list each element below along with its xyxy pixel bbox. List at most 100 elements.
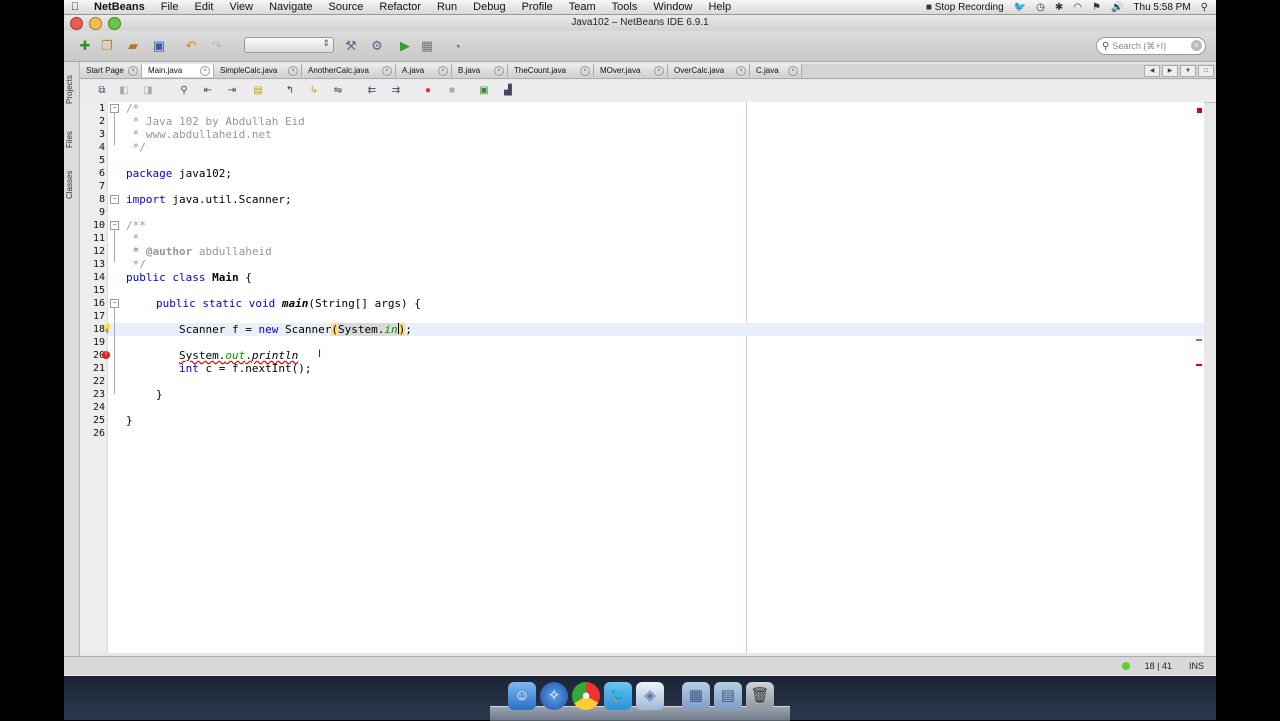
side-tab-files[interactable]: Files — [65, 124, 78, 156]
previous-bookmark-icon[interactable]: ↰ — [284, 85, 296, 97]
documents-folder-icon[interactable]: ▤ — [714, 682, 742, 710]
build-icon[interactable]: ⚒ — [342, 37, 360, 55]
menu-edit[interactable]: Edit — [186, 1, 221, 13]
trash-icon[interactable]: 🗑 — [746, 682, 774, 710]
next-bookmark-icon[interactable]: ↳ — [308, 85, 320, 97]
clear-search-icon[interactable]: × — [1191, 40, 1202, 51]
hint-bulb-icon[interactable]: 💡 — [102, 324, 112, 333]
back-icon[interactable]: ◧ — [118, 85, 130, 97]
clock[interactable]: Thu 5:58 PM — [1133, 2, 1190, 13]
find-icon[interactable]: ⚲ — [178, 85, 190, 97]
menu-debug[interactable]: Debug — [465, 1, 513, 13]
twitter-icon[interactable]: 🐦 — [1014, 2, 1026, 13]
close-tab-icon[interactable]: × — [580, 66, 590, 76]
toggle-bookmark-icon[interactable]: ⇋ — [332, 85, 344, 97]
menu-window[interactable]: Window — [645, 1, 700, 13]
new-file-icon[interactable]: ❐ — [98, 37, 116, 55]
time-machine-icon[interactable]: ◷ — [1036, 2, 1045, 13]
tab-c-java[interactable]: C.java × — [750, 64, 802, 77]
fold-toggle-icon[interactable]: − — [110, 221, 119, 230]
error-stripe-marker[interactable] — [1197, 108, 1202, 113]
menu-source[interactable]: Source — [321, 1, 372, 13]
toggle-highlight-icon[interactable]: ▤ — [252, 85, 264, 97]
scroll-tabs-left-icon[interactable]: ◀ — [1144, 65, 1160, 77]
stop-macro-icon[interactable]: ■ — [446, 85, 458, 97]
close-window-button[interactable] — [70, 17, 83, 30]
menu-tools[interactable]: Tools — [604, 1, 646, 13]
find-previous-icon[interactable]: ⇤ — [202, 85, 214, 97]
error-icon[interactable]: ! — [102, 351, 110, 359]
scroll-tabs-right-icon[interactable]: ▶ — [1162, 65, 1178, 77]
debug-icon[interactable]: ▦ — [418, 37, 436, 55]
search-box[interactable]: ⚲ Search (⌘+I) × — [1096, 37, 1206, 55]
menu-run[interactable]: Run — [429, 1, 465, 13]
menu-help[interactable]: Help — [700, 1, 739, 13]
open-project-icon[interactable]: ▰ — [124, 37, 142, 55]
flag-icon[interactable]: ⚑ — [1092, 2, 1101, 13]
forward-icon[interactable]: ◨ — [142, 85, 154, 97]
tab-mover-java[interactable]: MOver.java × — [594, 64, 668, 77]
menu-refactor[interactable]: Refactor — [371, 1, 429, 13]
run-icon[interactable]: ▶ — [396, 37, 414, 55]
menu-profile[interactable]: Profile — [514, 1, 561, 13]
fold-toggle-icon[interactable]: − — [110, 104, 119, 113]
save-all-icon[interactable]: ▣ — [150, 37, 168, 55]
profile-icon[interactable]: ◔ — [448, 37, 466, 55]
tab-b-java[interactable]: B.java × — [452, 64, 508, 77]
minimize-window-button[interactable] — [89, 17, 102, 30]
zoom-window-button[interactable] — [108, 17, 121, 30]
shift-right-icon[interactable]: ⇉ — [390, 85, 402, 97]
menu-view[interactable]: View — [221, 1, 261, 13]
uncomment-icon[interactable]: ▟ — [502, 85, 514, 97]
menu-file[interactable]: File — [153, 1, 187, 13]
tab-simplecalc-java[interactable]: SimpleCalc.java × — [214, 64, 302, 77]
netbeans-icon[interactable]: ◈ — [636, 682, 664, 710]
side-tab-classes[interactable]: Classes — [65, 166, 78, 204]
fold-toggle-icon[interactable]: − — [110, 299, 119, 308]
tab-main-java[interactable]: Main.java × — [142, 64, 214, 77]
tab-a-java[interactable]: A.java × — [396, 64, 452, 77]
close-tab-icon[interactable]: × — [494, 66, 504, 76]
fold-toggle-icon[interactable]: − — [110, 195, 119, 204]
side-tab-projects[interactable]: Projects — [65, 68, 78, 112]
close-tab-icon[interactable]: × — [736, 66, 746, 76]
comment-icon[interactable]: ▣ — [478, 85, 490, 97]
safari-icon[interactable]: ✧ — [540, 682, 568, 710]
finder-icon[interactable]: ☺ — [508, 682, 536, 710]
new-project-icon[interactable]: ✚ — [76, 37, 94, 55]
tab-thecount-java[interactable]: TheCount.java × — [508, 64, 594, 77]
configuration-select[interactable] — [244, 37, 334, 53]
hint-stripe-marker[interactable] — [1196, 339, 1202, 341]
close-tab-icon[interactable]: × — [288, 66, 298, 76]
undo-icon[interactable]: ↶ — [182, 37, 200, 55]
twitter-app-icon[interactable]: 🐦 — [604, 682, 632, 710]
chrome-icon[interactable]: ● — [572, 682, 600, 710]
redo-icon[interactable]: ↷ — [208, 37, 226, 55]
close-tab-icon[interactable]: × — [128, 66, 138, 76]
menu-app-name[interactable]: NetBeans — [86, 1, 153, 13]
wifi-icon[interactable]: ◠ — [1073, 2, 1082, 13]
tab-start-page[interactable]: Start Page × — [80, 64, 142, 77]
clean-build-icon[interactable]: ⚙ — [368, 37, 386, 55]
background-task-icon[interactable] — [1122, 662, 1130, 670]
close-tab-icon[interactable]: × — [654, 66, 664, 76]
close-tab-icon[interactable]: × — [438, 66, 448, 76]
find-next-icon[interactable]: ⇥ — [226, 85, 238, 97]
tab-overcalc-java[interactable]: OverCalc.java × — [668, 64, 750, 77]
apple-icon[interactable]:  — [64, 1, 86, 13]
volume-icon[interactable]: 🔊 — [1111, 2, 1123, 13]
close-tab-icon[interactable]: × — [200, 66, 210, 76]
applications-folder-icon[interactable]: ▦ — [682, 682, 710, 710]
code-editor[interactable]: 1 2 3 4 5 6 7 8 9 10 11 12 13 14 15 16 1… — [80, 102, 1204, 653]
start-macro-icon[interactable]: ● — [422, 85, 434, 97]
menu-team[interactable]: Team — [561, 1, 604, 13]
close-tab-icon[interactable]: × — [788, 66, 798, 76]
menu-navigate[interactable]: Navigate — [261, 1, 320, 13]
shift-left-icon[interactable]: ⇇ — [366, 85, 378, 97]
close-tab-icon[interactable]: × — [382, 66, 392, 76]
tab-anothercalc-java[interactable]: AnotherCalc.java × — [302, 64, 396, 77]
insert-mode[interactable]: INS — [1189, 657, 1204, 675]
bluetooth-icon[interactable]: ✱ — [1055, 2, 1063, 13]
stop-recording-item[interactable]: ■ Stop Recording — [926, 2, 1004, 13]
spotlight-icon[interactable]: ⚲ — [1201, 2, 1208, 13]
